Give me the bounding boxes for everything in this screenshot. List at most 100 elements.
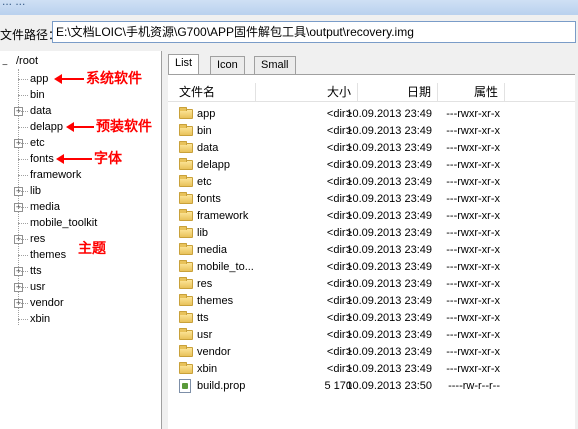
file-size: <dir> — [326, 159, 352, 171]
file-row[interactable]: lib <dir> 10.09.2013 23:49 ---rwxr-xr-x — [168, 225, 578, 242]
file-size: <dir> — [326, 193, 352, 205]
tree-connector-branch — [18, 111, 28, 112]
folder-icon — [179, 243, 193, 255]
file-date: 10.09.2013 23:49 — [346, 295, 432, 307]
file-attr: ---rwxr-xr-x — [446, 176, 500, 188]
tree-item-label: bin — [30, 89, 45, 101]
file-attr: ---rwxr-xr-x — [446, 261, 500, 273]
annotation-delapp: 预装软件 — [96, 119, 152, 135]
tree-item-label: vendor — [30, 297, 64, 309]
file-size: <dir> — [326, 363, 352, 375]
tree-item-label: delapp — [30, 121, 64, 133]
file-row[interactable]: vendor <dir> 10.09.2013 23:49 ---rwxr-xr-x — [168, 344, 578, 361]
file-name: res — [197, 278, 213, 290]
file-date: 10.09.2013 23:49 — [346, 363, 432, 375]
file-size: <dir> — [326, 210, 352, 222]
file-attr: ---rwxr-xr-x — [446, 329, 500, 341]
file-attr: ---rwxr-xr-x — [446, 363, 500, 375]
file-list[interactable]: 文件名 大小 日期 属性 app <dir> 10.09.2013 23:49 ---… — [168, 74, 578, 429]
file-row[interactable]: app <dir> 10.09.2013 23:49 ---rwxr-xr-x — [168, 106, 578, 123]
annotation-arrow-app — [54, 74, 84, 84]
tree-connector-branch — [18, 175, 28, 176]
tree-item-label: mobile_toolkit — [30, 217, 98, 229]
column-header-date[interactable]: 日期 — [358, 83, 438, 101]
column-header-name[interactable]: 文件名 — [168, 83, 256, 101]
file-date: 10.09.2013 23:49 — [346, 176, 432, 188]
file-name: vendor — [197, 346, 231, 358]
file-row[interactable]: xbin <dir> 10.09.2013 23:49 ---rwxr-xr-x — [168, 361, 578, 378]
tab-list[interactable]: List — [168, 54, 200, 74]
tree-connector-branch — [18, 239, 28, 240]
file-name: themes — [197, 295, 234, 307]
file-name: fonts — [197, 193, 221, 205]
file-attr: ---rwxr-xr-x — [446, 193, 500, 205]
file-row[interactable]: themes <dir> 10.09.2013 23:49 ---rwxr-xr-x — [168, 293, 578, 310]
file-row[interactable]: media <dir> 10.09.2013 23:49 ---rwxr-xr-x — [168, 242, 578, 259]
file-date: 10.09.2013 23:49 — [346, 261, 432, 273]
column-header-size[interactable]: 大小 — [256, 83, 358, 101]
tab-icon[interactable]: Icon — [210, 56, 245, 74]
tree-item-label: res — [30, 233, 46, 245]
folder-icon — [179, 328, 193, 340]
annotation-fonts: 字体 — [94, 151, 122, 167]
file-row[interactable]: data <dir> 10.09.2013 23:49 ---rwxr-xr-x — [168, 140, 578, 157]
file-date: 10.09.2013 23:49 — [346, 125, 432, 137]
file-date: 10.09.2013 23:49 — [346, 142, 432, 154]
folder-icon — [179, 175, 193, 187]
file-size: <dir> — [326, 244, 352, 256]
file-name: data — [197, 142, 219, 154]
root-collapse-icon[interactable]: − — [2, 60, 8, 71]
file-row[interactable]: bin <dir> 10.09.2013 23:49 ---rwxr-xr-x — [168, 123, 578, 140]
annotation-arrow-delapp — [66, 122, 94, 132]
file-size: <dir> — [326, 227, 352, 239]
file-size: <dir> — [326, 108, 352, 120]
file-row[interactable]: res <dir> 10.09.2013 23:49 ---rwxr-xr-x — [168, 276, 578, 293]
file-size: <dir> — [326, 346, 352, 358]
file-row[interactable]: tts <dir> 10.09.2013 23:49 ---rwxr-xr-x — [168, 310, 578, 327]
file-name: mobile_to... — [197, 261, 254, 273]
folder-icon — [179, 362, 193, 374]
tree-item-label: app — [30, 73, 49, 85]
file-size: <dir> — [326, 329, 352, 341]
file-row[interactable]: framework <dir> 10.09.2013 23:49 ---rwxr-xr… — [168, 208, 578, 225]
tree-connector-branch — [18, 319, 28, 320]
file-row[interactable]: usr <dir> 10.09.2013 23:49 ---rwxr-xr-x — [168, 327, 578, 344]
tree-item-label: framework — [30, 169, 82, 181]
file-size: <dir> — [326, 125, 352, 137]
tree-item-label: usr — [30, 281, 46, 293]
file-row[interactable]: etc <dir> 10.09.2013 23:49 ---rwxr-xr-x — [168, 174, 578, 191]
file-name: app — [197, 108, 216, 120]
file-row[interactable]: mobile_to... <dir> 10.09.2013 23:49 ---rwxr… — [168, 259, 578, 276]
file-attr: ---rwxr-xr-x — [446, 244, 500, 256]
tab-small[interactable]: Small — [254, 56, 296, 74]
tree-connector-branch — [18, 159, 28, 160]
file-name: build.prop — [197, 380, 246, 392]
tree-item-label: etc — [30, 137, 45, 149]
folder-icon — [179, 260, 193, 272]
file-date: 10.09.2013 23:49 — [346, 278, 432, 290]
file-size: <dir> — [326, 176, 352, 188]
file-row[interactable]: delapp <dir> 10.09.2013 23:49 ---rwxr-xr-x — [168, 157, 578, 174]
tree-item-label: themes — [30, 249, 67, 261]
file-size: <dir> — [326, 278, 352, 290]
tree-connector-branch — [18, 143, 28, 144]
file-date: 10.09.2013 23:49 — [346, 244, 432, 256]
tree-connector-branch — [18, 79, 28, 80]
tree-connector-branch — [18, 287, 28, 288]
file-row[interactable]: fonts <dir> 10.09.2013 23:49 ---rwxr-xr-x — [168, 191, 578, 208]
tree-root[interactable]: /root — [16, 55, 38, 67]
file-size: 5 170 — [324, 380, 352, 392]
annotation-themes: 主题 — [78, 241, 106, 257]
file-date: 10.09.2013 23:49 — [346, 108, 432, 120]
file-size: <dir> — [326, 261, 352, 273]
folder-icon — [179, 311, 193, 323]
file-attr: ---rwxr-xr-x — [446, 108, 500, 120]
file-size: <dir> — [326, 295, 352, 307]
path-input[interactable]: E:\文档LOIC\手机资源\G700\APP固件解包工具\output\rec… — [52, 21, 576, 43]
column-header-attr[interactable]: 属性 — [438, 83, 505, 101]
file-attr: ---rwxr-xr-x — [446, 346, 500, 358]
folder-icon — [179, 192, 193, 204]
file-date: 10.09.2013 23:49 — [346, 312, 432, 324]
file-row[interactable]: build.prop 5 170 10.09.2013 23:50 ----rw-r-… — [168, 378, 578, 395]
file-name: lib — [197, 227, 209, 239]
